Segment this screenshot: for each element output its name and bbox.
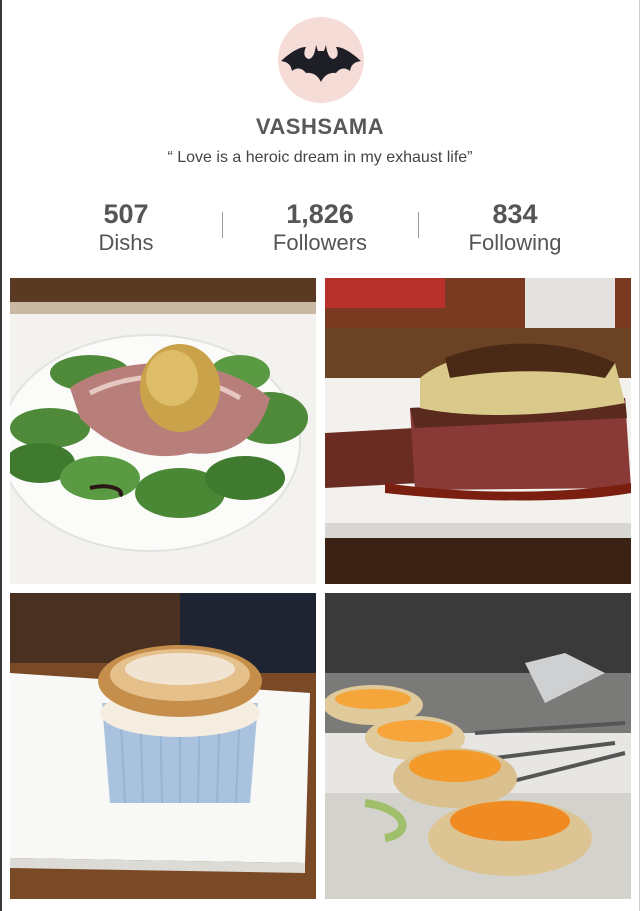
photo-tile-egg-salad[interactable] (10, 278, 316, 584)
stat-dishes-label: Dishs (98, 230, 154, 255)
avatar[interactable] (278, 17, 364, 103)
stat-followers[interactable]: 1,826 Followers (240, 198, 400, 256)
photo-tile-eggs[interactable] (325, 593, 631, 899)
photo-tile-souffle[interactable] (10, 593, 316, 899)
profile-username: VASHSAMA (255, 114, 385, 139)
profile-bio: “ Love is a heroic dream in my exhaust l… (167, 149, 473, 166)
photo-tile-steak[interactable] (325, 278, 631, 584)
stat-divider (418, 212, 419, 238)
stat-divider (222, 212, 223, 238)
stat-following-count: 834 (492, 199, 538, 229)
stat-followers-label: Followers (272, 230, 368, 255)
stat-dishes[interactable]: 507 Dishs (46, 198, 206, 256)
stat-following-label: Following (468, 230, 562, 255)
batman-logo-icon (281, 45, 361, 82)
stat-dishes-count: 507 (103, 199, 149, 229)
stat-followers-count: 1,826 (286, 199, 354, 229)
stat-following[interactable]: 834 Following (435, 198, 595, 256)
